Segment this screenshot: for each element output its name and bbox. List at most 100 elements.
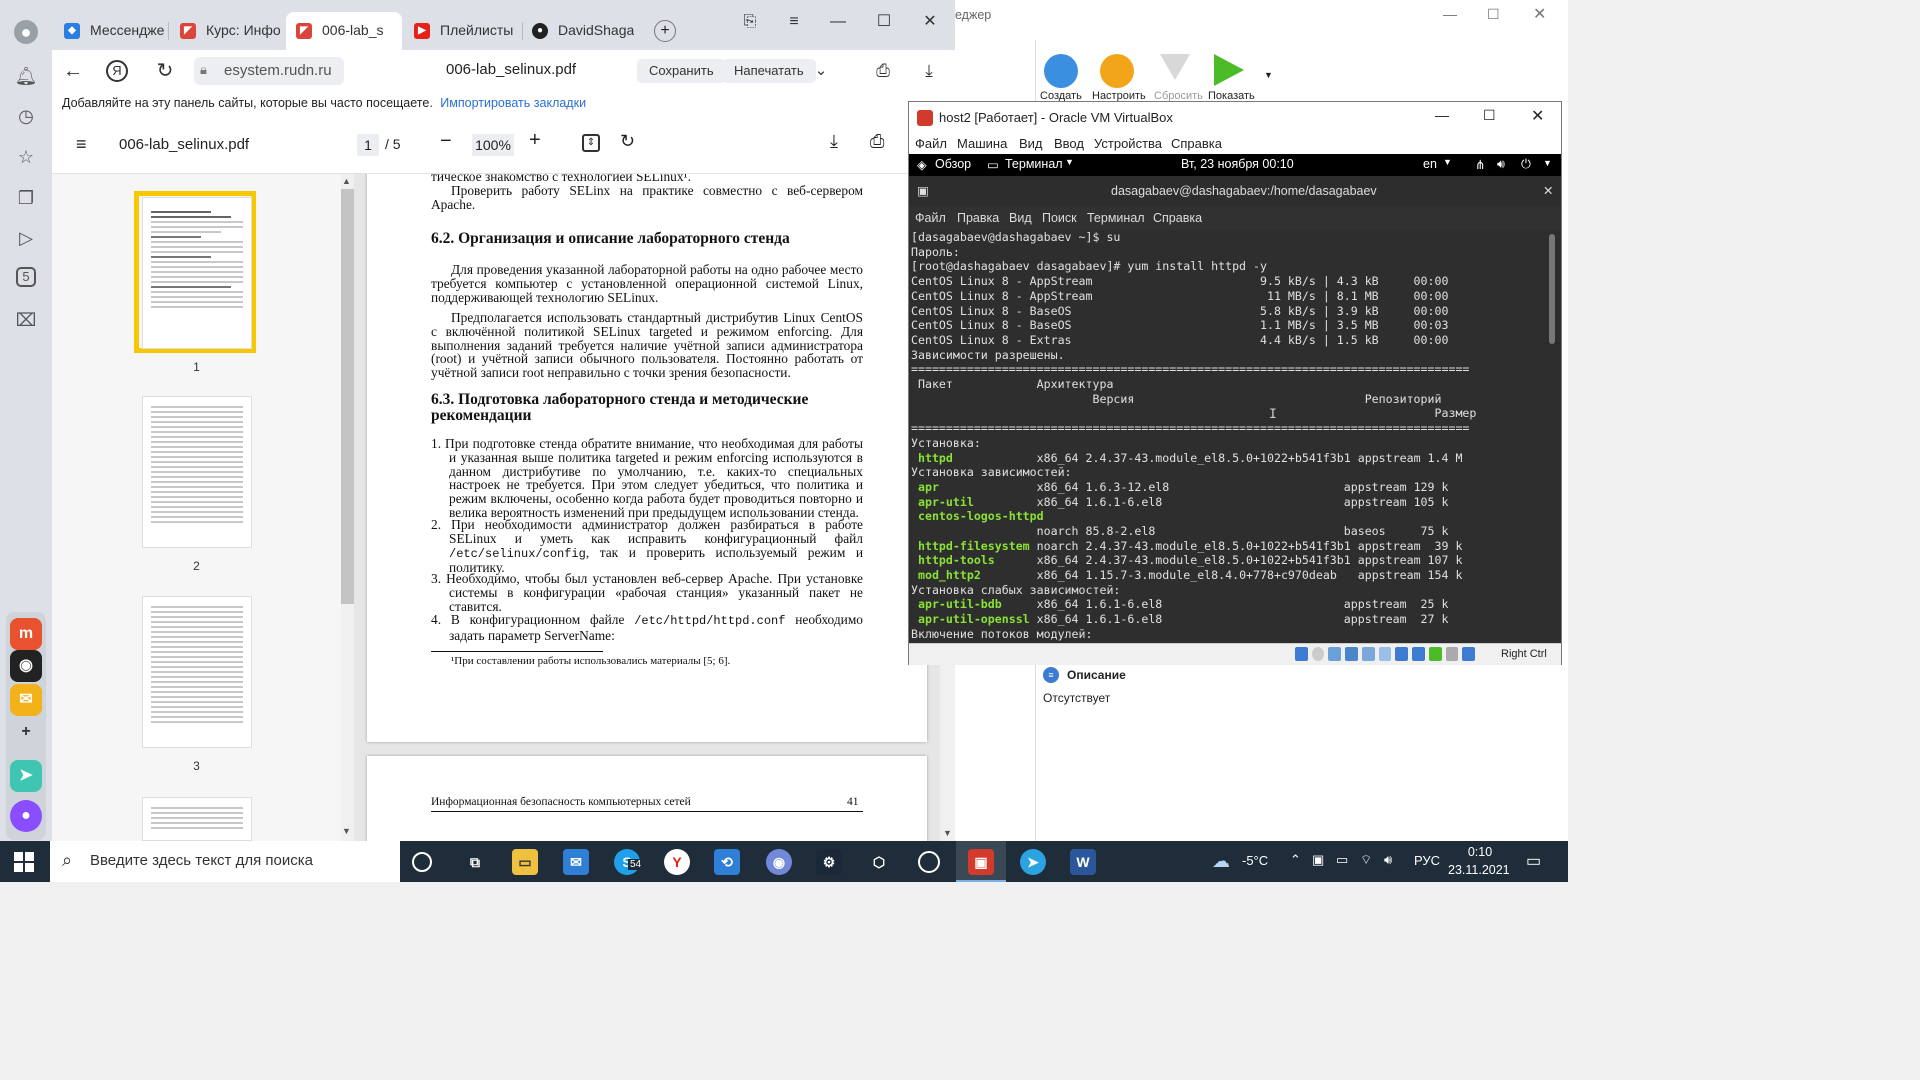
shared-folders-icon[interactable] [1378,647,1392,661]
import-bookmarks-link[interactable]: Импортировать закладки [440,96,586,110]
app-mail-icon[interactable]: ✉ [10,684,42,716]
close-icon[interactable]: ✕ [1543,183,1553,198]
menu-machine[interactable]: Машина [957,136,1007,151]
taskbar-search-box[interactable]: ⌕ Введите здесь текст для поиска [50,841,400,882]
downloads-icon[interactable]: ⤓ [916,58,942,84]
zoom-out-minus-icon[interactable]: − [440,130,452,153]
thumbnail-page-3[interactable] [142,596,252,748]
new-tab-plus-icon[interactable]: + [654,20,676,42]
tab-course[interactable]: ◤ Курс: Инфо [170,12,282,50]
close-icon[interactable]: ✕ [918,10,942,34]
dropdown-arrow-icon[interactable]: ▼ [1264,70,1273,80]
terminal-menu-help[interactable]: Справка [1153,211,1202,225]
vt-x-status-icon[interactable] [1428,647,1442,661]
optical-drive-icon[interactable] [1311,647,1325,661]
usb-status-icon[interactable] [1361,647,1375,661]
collections-add-icon[interactable]: ⎙ [870,58,896,84]
tab-messenger[interactable]: ◆ Мессендже [54,12,166,50]
print-icon[interactable]: ⎙ [870,131,884,152]
yandex-browser-icon[interactable]: Y [664,849,690,875]
minimize-icon[interactable]: — [1435,107,1449,123]
minimize-icon[interactable]: — [1443,6,1457,22]
fit-page-icon[interactable]: ⇕ [582,134,600,152]
task-view-icon[interactable]: ⧉ [462,849,488,875]
remote-desktop-icon[interactable]: ⟲ [714,849,740,875]
scroll-up-arrow-icon[interactable]: ▲ [342,176,351,186]
display-status-icon[interactable] [1395,647,1409,661]
overview-icon[interactable]: ◈ [917,157,927,172]
taskbar-time[interactable]: 0:10 [1466,845,1494,859]
menu-input[interactable]: Ввод [1054,136,1084,151]
cortana-circle-icon[interactable] [412,852,432,872]
maximize-icon[interactable]: ☐ [1483,107,1496,124]
counter-5-icon[interactable]: 5 [16,267,36,287]
zoom-level-input[interactable]: 100% [472,134,514,156]
guest-screen[interactable]: ◈ Обзор ▭ Терминал ▼ Вт, 23 ноября 00:10… [909,154,1561,643]
terminal-menu-file[interactable]: Файл [915,211,946,225]
power-icon[interactable]: ⏻ [1521,157,1531,172]
maximize-icon[interactable]: ☐ [872,10,896,34]
sidebar-toggle-hamburger-icon[interactable]: ≡ [76,134,87,155]
zoom-in-plus-icon[interactable]: + [529,129,541,152]
scroll-down-arrow-icon[interactable]: ▼ [342,826,351,836]
profile-avatar-icon[interactable]: ● [14,20,38,44]
minimize-icon[interactable]: — [826,10,850,34]
show-hidden-icons-chevron-icon[interactable]: ⌃ [1290,852,1301,868]
activities-overview[interactable]: Обзор [935,157,971,171]
thumbnail-page-1[interactable] [142,197,252,349]
windows-start-icon[interactable] [14,852,34,872]
terminal-menu-terminal[interactable]: Терминал [1087,211,1145,225]
discord-icon[interactable]: ◉ [766,849,792,875]
network-wifi-icon[interactable]: ⌔ [1360,852,1372,868]
battery-icon[interactable]: ▭ [1336,852,1348,868]
network-icon[interactable]: ⋔ [1475,157,1485,172]
terminal-menu-edit[interactable]: Правка [957,211,999,225]
mouse-integration-icon[interactable] [1445,647,1459,661]
network-status-icon[interactable] [1345,647,1358,661]
menu-help[interactable]: Справка [1171,136,1222,151]
thumbnail-page-2[interactable] [142,396,252,548]
keyboard-layout[interactable]: en [1423,157,1437,171]
history-clock-icon[interactable]: ◷ [14,104,38,128]
tab-pdf-active[interactable]: ◤ 006-lab_s [286,12,402,50]
tab-youtube[interactable]: ▶ Плейлисты [404,12,520,50]
volume-icon[interactable]: 🔊︎ [1497,157,1505,172]
action-center-icon[interactable]: ▭ [1526,851,1541,871]
app-camera-icon[interactable]: ◉ [10,650,42,682]
download-pdf-icon[interactable]: ⤓ [830,131,838,152]
tab-github[interactable]: ● DavidShaga [522,12,634,50]
thumbnail-page-4[interactable] [142,797,252,841]
settings-gear-icon[interactable] [1100,54,1134,88]
page-number-input[interactable]: 1 [357,134,379,156]
weather-temperature[interactable]: -5°C [1242,853,1268,868]
input-language[interactable]: РУС [1414,853,1440,868]
recording-status-icon[interactable] [1412,647,1425,661]
alice-assistant-icon[interactable]: ● [10,800,42,832]
screenshot-camera-icon[interactable]: ⌧ [14,308,38,332]
clock[interactable]: Вт, 23 ноября 00:10 [1181,157,1294,171]
bookmarks-star-icon[interactable]: ☆ [14,145,38,169]
file-explorer-icon[interactable]: ▭ [512,849,538,875]
menu-file[interactable]: Файл [915,136,947,151]
menu-hamburger-icon[interactable]: ≡ [782,10,806,34]
app-menu-arrow-icon[interactable]: ▼ [1065,157,1074,167]
system-menu-arrow-icon[interactable]: ▼ [1543,158,1552,168]
print-button[interactable]: Напечатать [722,59,816,83]
terminal-menu-view[interactable]: Вид [1009,211,1032,225]
create-icon[interactable] [1044,54,1078,88]
bookmark-page-icon[interactable]: ⎘ [738,10,762,34]
app-menu[interactable]: Терминал [1005,157,1063,171]
terminal-scrollbar[interactable] [1549,234,1555,344]
save-button[interactable]: Сохранить [637,59,726,83]
chevron-down-icon[interactable]: ⌄ [808,58,834,84]
app-messenger-icon[interactable]: ➤ [10,760,42,792]
show-arrow-icon[interactable] [1214,54,1244,86]
keyboard-capture-icon[interactable] [1462,647,1476,661]
mail-icon[interactable]: ✉ [563,849,589,875]
address-bar[interactable]: 🔒︎ esystem.rudn.ru [194,57,344,85]
back-arrow-icon[interactable]: ← [60,58,86,84]
telegram-icon[interactable]: ➤ [1020,849,1046,875]
volume-icon[interactable]: 🔊︎ [1384,852,1392,868]
3d-viewer-cube-icon[interactable]: ⬡ [866,849,892,875]
app-music-icon[interactable]: m [10,618,42,650]
